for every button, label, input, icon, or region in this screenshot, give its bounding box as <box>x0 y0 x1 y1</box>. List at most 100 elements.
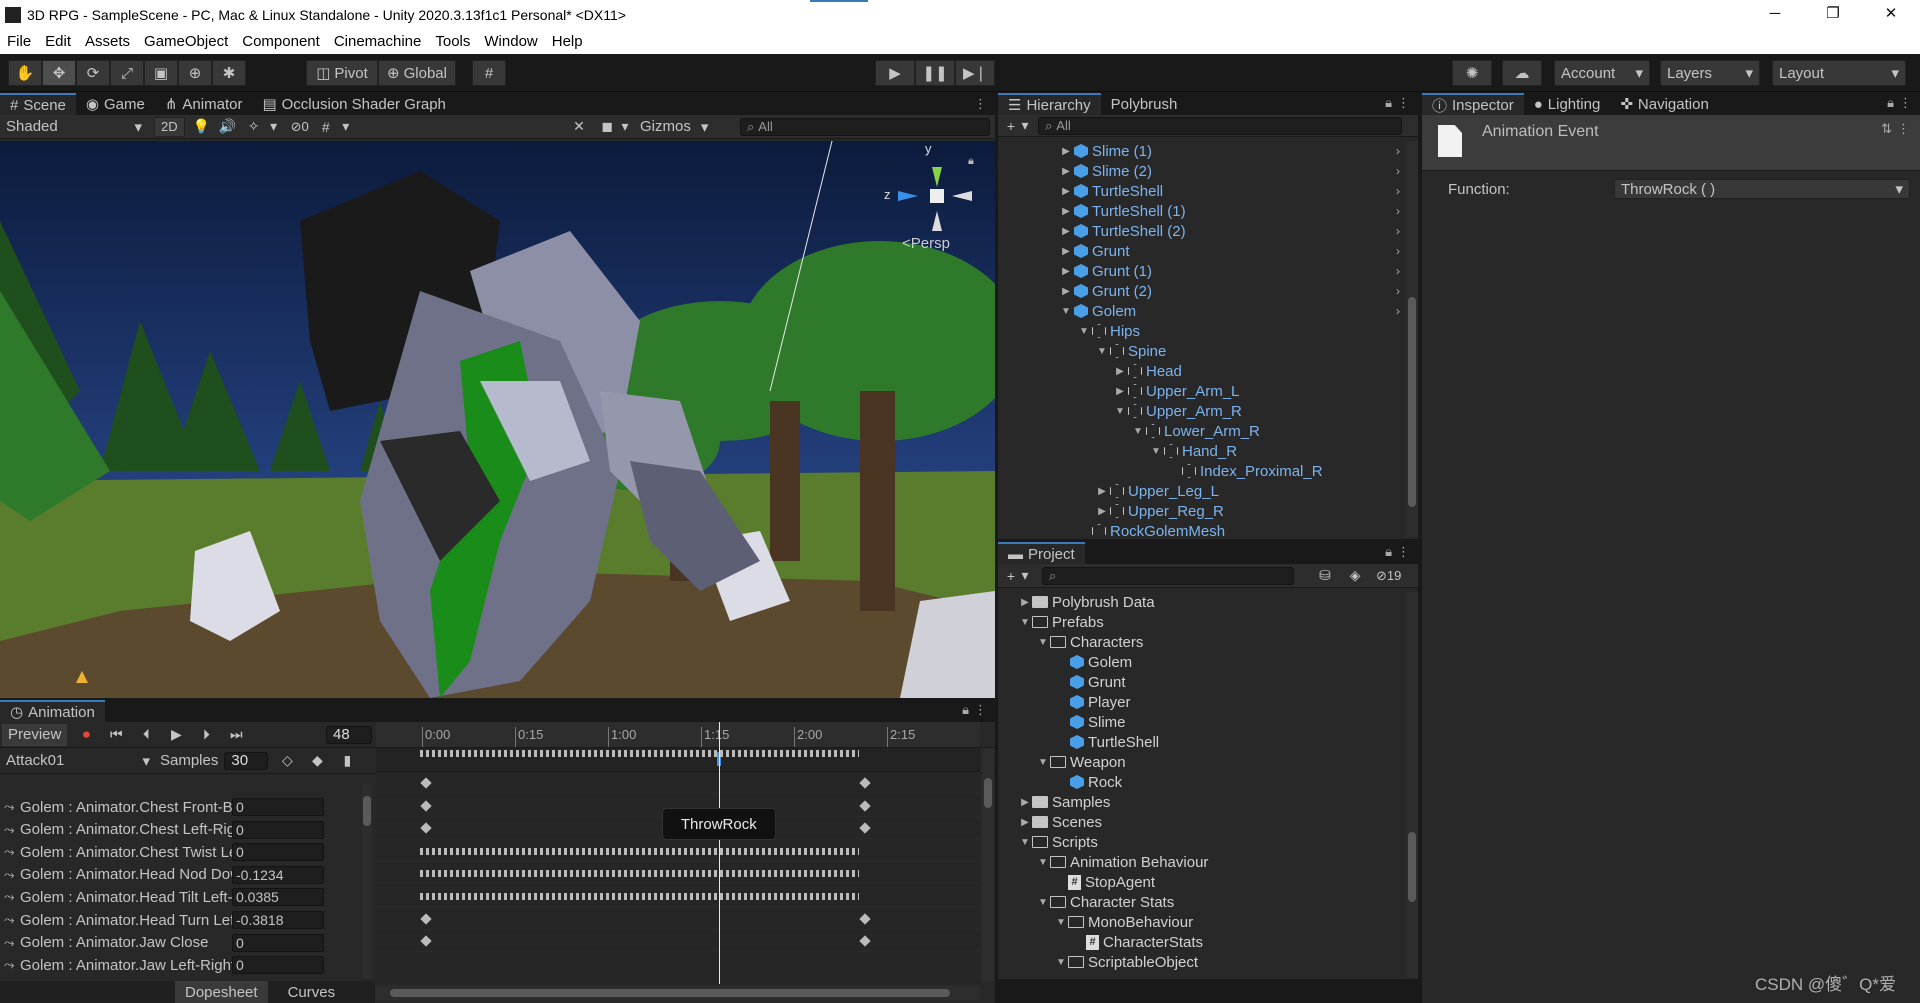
kebab-menu-icon[interactable]: ⋮ <box>1397 95 1410 111</box>
property-value-input[interactable]: 0 <box>232 798 324 816</box>
open-prefab-chevron-icon[interactable]: › <box>1396 224 1400 238</box>
hierarchy-item[interactable]: ▶ Grunt › <box>1060 241 1400 261</box>
add-event-icon[interactable]: ▮ <box>338 752 356 770</box>
project-item[interactable]: Grunt <box>1054 672 1126 692</box>
expand-right-icon[interactable]: ▶ <box>1114 386 1126 397</box>
keyframe-diamond[interactable] <box>420 935 432 947</box>
animation-property-row[interactable]: ⤳Golem : Animator.Chest Left-Right0━ <box>0 819 360 841</box>
settings-icon[interactable]: ⇅ <box>1881 121 1892 137</box>
expand-right-icon[interactable]: ▶ <box>1060 186 1072 197</box>
expand-right-icon[interactable]: ▶ <box>1114 366 1126 377</box>
prev-key-icon[interactable]: ⏴ <box>137 726 155 744</box>
caret-down-icon[interactable]: ▾ <box>616 118 634 136</box>
project-item[interactable]: ▼ MonoBehaviour <box>1054 912 1193 932</box>
expand-right-icon[interactable]: ▶ <box>1096 506 1108 517</box>
hierarchy-search-input[interactable]: ⌕ All <box>1038 116 1402 135</box>
expand-down-icon[interactable]: ▼ <box>1054 957 1068 968</box>
hierarchy-item[interactable]: ▶ Slime (1) › <box>1060 141 1400 161</box>
project-item[interactable]: Player <box>1054 692 1131 712</box>
animation-property-row[interactable]: ⤳Golem : Animator.Jaw Left-Right0━ <box>0 954 360 976</box>
project-item[interactable]: # CharacterStats <box>1072 932 1203 952</box>
scale-tool-icon[interactable]: ⤢ <box>110 60 144 86</box>
expand-right-icon[interactable]: ▶ <box>1018 597 1032 608</box>
preview-button[interactable]: Preview <box>2 723 68 746</box>
summary-keyframes[interactable] <box>420 750 860 757</box>
scene-viewport[interactable]: y z <Persp 🔒︎ <box>0 141 995 698</box>
camera-icon[interactable]: ◼ <box>598 118 616 136</box>
grid-snap-icon[interactable]: # <box>472 60 506 86</box>
record-icon[interactable]: ⏺ <box>77 726 95 744</box>
expand-right-icon[interactable]: ▶ <box>1060 146 1072 157</box>
timeline-h-scrollbar[interactable] <box>376 986 980 1000</box>
tab-lighting[interactable]: ● Lighting <box>1524 93 1611 115</box>
expand-right-icon[interactable]: ▶ <box>1060 166 1072 177</box>
hierarchy-item[interactable]: ▶ Upper_Leg_L <box>1096 481 1400 501</box>
hierarchy-item[interactable]: ▼ Upper_Arm_R <box>1114 401 1400 421</box>
hidden-objects-toggle[interactable]: ⊘ 0 <box>291 119 309 135</box>
keyframe-diamond[interactable] <box>859 822 871 834</box>
property-value-input[interactable]: -0.3818 <box>232 911 324 929</box>
expand-down-icon[interactable]: ▼ <box>1036 857 1050 868</box>
expand-right-icon[interactable]: ▶ <box>1060 226 1072 237</box>
hierarchy-item[interactable]: ▶ TurtleShell (2) › <box>1060 221 1400 241</box>
hierarchy-item[interactable]: ▶ TurtleShell › <box>1060 181 1400 201</box>
hierarchy-item[interactable]: RockGolemMesh <box>1078 521 1400 537</box>
project-item[interactable]: ▼ Weapon <box>1036 752 1126 772</box>
expand-down-icon[interactable]: ▼ <box>1132 426 1144 437</box>
shading-mode-dropdown[interactable]: Shaded ▾ <box>0 116 148 137</box>
property-value-input[interactable]: 0 <box>232 820 324 839</box>
keyframe-diamond[interactable] <box>859 935 871 947</box>
rotate-tool-icon[interactable]: ⟳ <box>76 60 110 86</box>
label-tag-icon[interactable]: ◈ <box>1346 567 1364 585</box>
rect-tool-icon[interactable]: ▣ <box>144 60 178 86</box>
keyframe-track[interactable] <box>376 772 980 794</box>
minimize-icon[interactable]: ─ <box>1746 0 1804 30</box>
project-item[interactable]: ▶ Samples <box>1018 792 1110 812</box>
tools-icon[interactable]: ✕ <box>570 118 588 136</box>
animation-property-row[interactable]: ⤳ Golem : Animator.Head Turn Left-Right-0… <box>0 909 360 931</box>
project-item[interactable]: Slime <box>1054 712 1126 732</box>
keyframe-track[interactable] <box>376 885 980 907</box>
tab-hierarchy[interactable]: ☰ Hierarchy <box>998 93 1101 115</box>
kebab-menu-icon[interactable]: ⋮ <box>1899 95 1912 111</box>
close-icon[interactable]: ✕ <box>1862 0 1920 30</box>
hand-tool-icon[interactable]: ✋ <box>8 60 42 86</box>
keyframe-track[interactable] <box>376 930 980 953</box>
expand-right-icon[interactable]: ▶ <box>1096 486 1108 497</box>
pause-button[interactable]: ❚❚ <box>915 60 955 86</box>
animation-property-row[interactable]: ⤳Golem : Animator.Chest Front-Back0━ <box>0 796 360 818</box>
expand-right-icon[interactable]: ▶ <box>1018 797 1032 808</box>
property-value-input[interactable]: 0 <box>232 933 324 952</box>
time-ruler[interactable]: 0:00 0:15 1:00 1:15 2:00 2:15 <box>376 722 980 748</box>
menu-cinemachine[interactable]: Cinemachine <box>327 30 429 54</box>
hierarchy-item[interactable]: ▼ Spine <box>1096 341 1400 361</box>
project-item[interactable]: ▼ Character Stats <box>1036 892 1174 912</box>
open-prefab-chevron-icon[interactable]: › <box>1396 304 1400 318</box>
move-tool-icon[interactable]: ✥ <box>42 60 76 86</box>
keyframe-diamond[interactable] <box>420 912 432 925</box>
open-prefab-chevron-icon[interactable]: › <box>1396 264 1400 278</box>
hierarchy-item[interactable]: ▼ Hand_R <box>1150 441 1400 461</box>
animation-property-row[interactable]: ⤳ Golem : Animator.Head Nod Down-Up-0.123… <box>0 864 360 886</box>
menu-assets[interactable]: Assets <box>78 30 137 54</box>
expand-down-icon[interactable]: ▼ <box>1150 446 1162 457</box>
tab-project[interactable]: ▬ Project <box>998 542 1085 564</box>
property-value-input[interactable]: 0 <box>232 956 324 975</box>
expand-down-icon[interactable]: ▼ <box>1096 346 1108 357</box>
keyframe-diamond[interactable] <box>859 912 871 925</box>
hidden-packages-toggle[interactable]: ⊘ 19 <box>1376 568 1401 584</box>
tab-curves[interactable]: Curves <box>278 981 346 1003</box>
samples-input[interactable]: 30 <box>224 751 269 770</box>
keyframe-cluster[interactable] <box>420 847 860 855</box>
tab-scene[interactable]: # Scene <box>0 93 76 115</box>
expand-down-icon[interactable]: ▼ <box>1036 757 1050 768</box>
function-dropdown[interactable]: ThrowRock ( ) ▾ <box>1614 179 1910 199</box>
orientation-gizmo[interactable]: y z <Persp 🔒︎ <box>884 141 990 252</box>
collab-icon[interactable]: ✺ <box>1452 60 1492 86</box>
step-button[interactable]: ▶❘ <box>955 60 995 86</box>
lock-icon[interactable]: 🔒︎ <box>1385 95 1392 111</box>
expand-right-icon[interactable]: ▶ <box>1060 206 1072 217</box>
hierarchy-item[interactable]: ▶ Head <box>1114 361 1400 381</box>
hierarchy-item[interactable]: Index_Proximal_R <box>1168 461 1400 481</box>
caret-down-icon[interactable]: ▾ <box>265 118 283 136</box>
